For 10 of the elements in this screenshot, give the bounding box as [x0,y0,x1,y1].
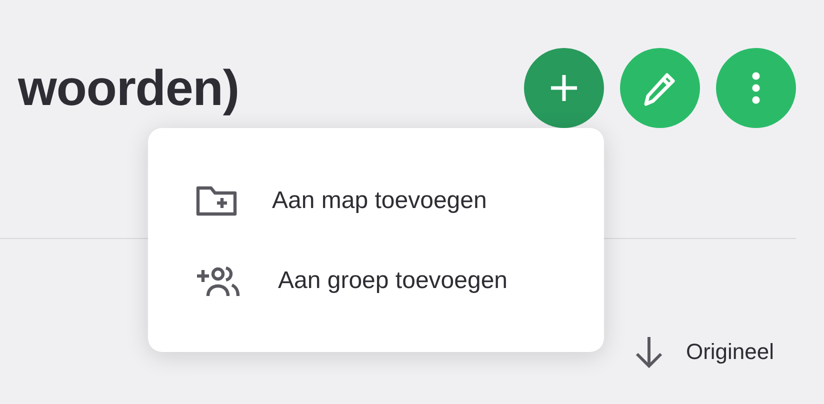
arrow-down-icon [634,336,664,368]
menu-item[interactable]: Aan groep toevoegen [148,241,604,321]
menu-item-label: Aan groep toevoegen [278,267,508,295]
folder-plus-icon [196,185,238,217]
more-icon [751,72,761,104]
sort-label[interactable]: Origineel [686,339,774,365]
menu-item-label: Aan map toevoegen [272,187,487,215]
page-title: woorden) [18,59,239,117]
menu-item[interactable]: Aan map toevoegen [148,161,604,241]
plus-icon [549,73,579,103]
